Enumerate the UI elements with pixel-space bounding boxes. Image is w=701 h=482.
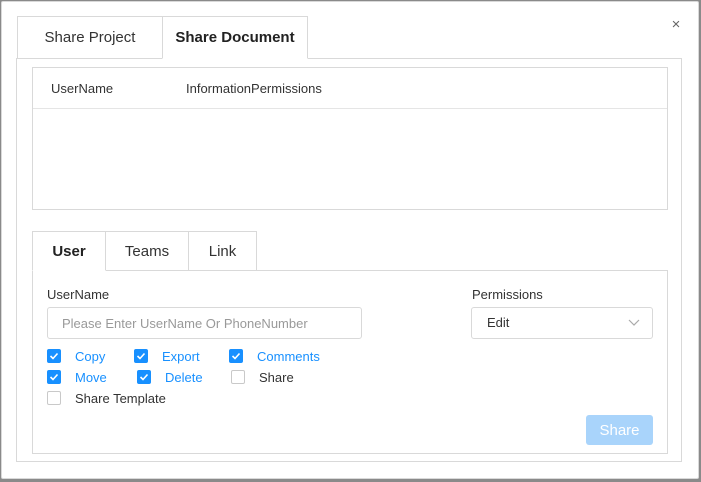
share-checkbox[interactable]: Share (231, 369, 294, 385)
shared-users-table: UserName InformationPermissions (32, 67, 668, 210)
copy-label: Copy (75, 348, 106, 364)
tab-user[interactable]: User (32, 231, 106, 271)
close-icon[interactable]: × (668, 16, 684, 34)
check-icon (137, 370, 151, 384)
export-checkbox[interactable]: Export (134, 348, 200, 364)
comments-checkbox[interactable]: Comments (229, 348, 320, 364)
chevron-down-icon (628, 319, 640, 326)
copy-checkbox[interactable]: Copy (47, 348, 105, 364)
tab-share-document[interactable]: Share Document (162, 16, 308, 59)
tab-share-project[interactable]: Share Project (17, 16, 163, 59)
share-template-label: Share Template (75, 390, 166, 406)
share-label: Share (259, 369, 294, 385)
user-share-panel (32, 270, 668, 454)
permissions-label: Permissions (472, 287, 543, 302)
tab-teams[interactable]: Teams (105, 231, 189, 271)
move-label: Move (75, 369, 107, 385)
delete-label: Delete (165, 369, 203, 385)
share-template-checkbox[interactable]: Share Template (47, 390, 166, 406)
column-header-username: UserName (51, 81, 114, 96)
export-label: Export (162, 348, 200, 364)
checkbox-box (231, 370, 245, 384)
permissions-select[interactable]: Edit (471, 307, 653, 339)
username-input[interactable] (47, 307, 362, 339)
delete-checkbox[interactable]: Delete (137, 369, 203, 385)
comments-label: Comments (257, 348, 320, 364)
share-button[interactable]: Share (586, 415, 653, 445)
check-icon (47, 349, 61, 363)
permissions-select-value: Edit (487, 315, 510, 330)
checkbox-box (47, 391, 61, 405)
move-checkbox[interactable]: Move (47, 369, 107, 385)
username-label: UserName (47, 287, 110, 302)
table-header: UserName InformationPermissions (33, 68, 667, 109)
check-icon (134, 349, 148, 363)
tab-link[interactable]: Link (188, 231, 257, 271)
column-header-information-permissions: InformationPermissions (186, 81, 322, 96)
check-icon (47, 370, 61, 384)
check-icon (229, 349, 243, 363)
